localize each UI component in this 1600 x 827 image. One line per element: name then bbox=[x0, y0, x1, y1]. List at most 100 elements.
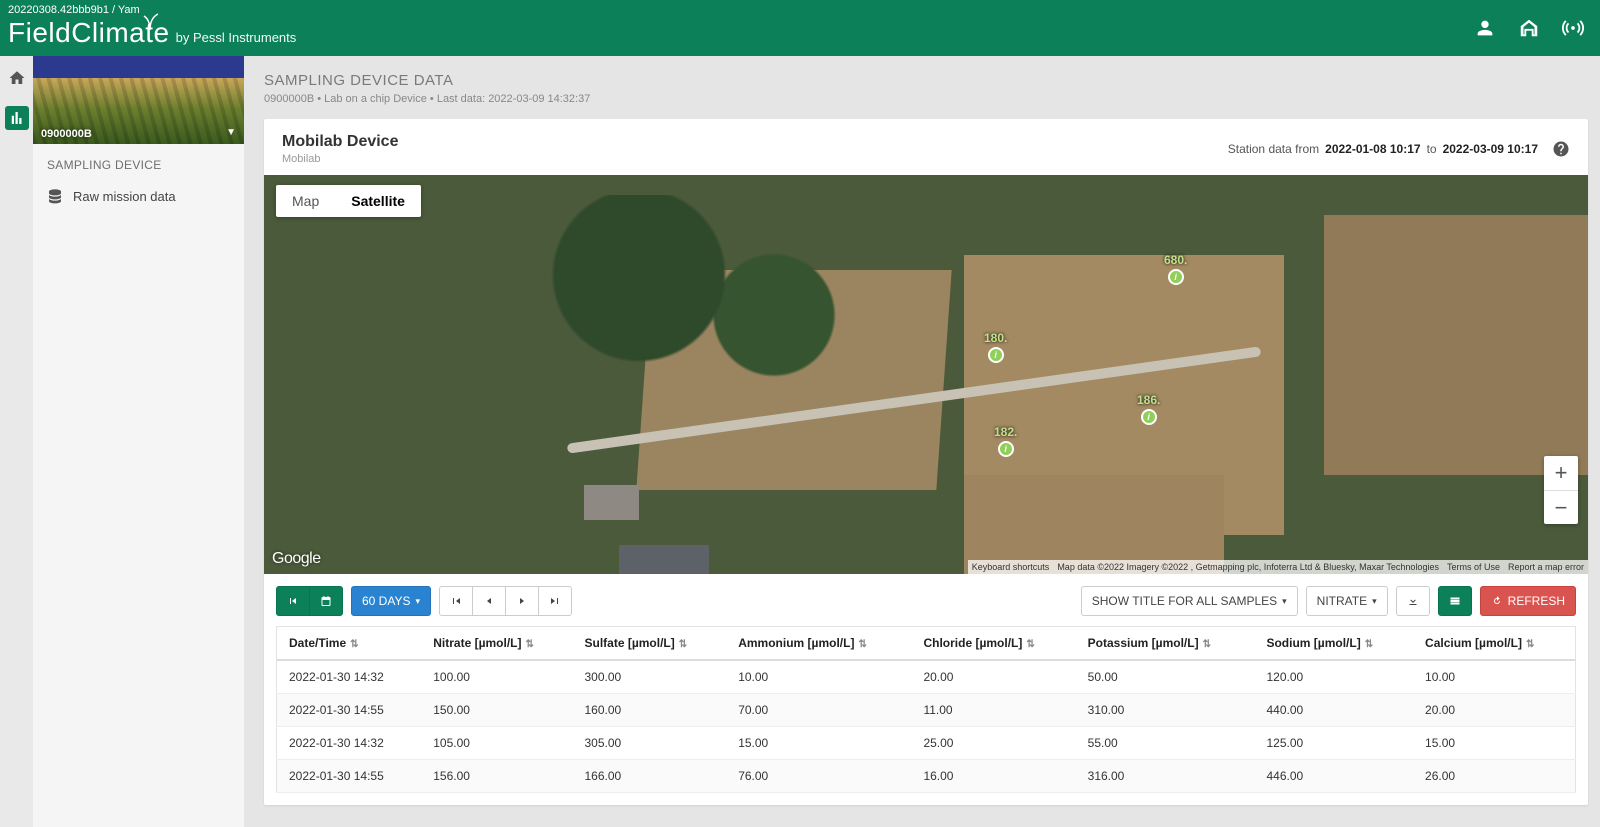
table-cell: 20.00 bbox=[911, 660, 1075, 694]
data-table-wrap: Date/Time⇅Nitrate [µmol/L]⇅Sulfate [µmol… bbox=[264, 626, 1588, 805]
show-title-dropdown[interactable]: SHOW TITLE FOR ALL SAMPLES bbox=[1081, 586, 1298, 616]
sort-icon: ⇅ bbox=[858, 639, 866, 650]
table-cell: 15.00 bbox=[1413, 727, 1575, 760]
zoom-out-button[interactable]: − bbox=[1544, 490, 1578, 524]
table-cell: 70.00 bbox=[726, 694, 911, 727]
table-cell: 2022-01-30 14:32 bbox=[277, 660, 422, 694]
map-marker[interactable]: 182. bbox=[994, 425, 1017, 457]
column-header[interactable]: Sulfate [µmol/L]⇅ bbox=[573, 627, 727, 661]
user-icon[interactable] bbox=[1474, 17, 1496, 39]
refresh-button[interactable]: REFRESH bbox=[1480, 586, 1576, 616]
nav-first-button[interactable] bbox=[439, 586, 472, 616]
database-icon bbox=[47, 188, 63, 204]
map-type-switch: Map Satellite bbox=[276, 185, 421, 217]
table-cell: 50.00 bbox=[1076, 660, 1255, 694]
page-subtitle: 0900000B • Lab on a chip Device • Last d… bbox=[264, 93, 1588, 105]
marker-label: 680. bbox=[1164, 253, 1187, 267]
map-marker[interactable]: 186. bbox=[1137, 393, 1160, 425]
date-from[interactable]: 2022-01-08 10:17 bbox=[1325, 142, 1420, 156]
marker-pin-icon bbox=[998, 441, 1014, 457]
station-id-label: 0900000B bbox=[41, 128, 92, 140]
app-logo[interactable]: FieldClimate by Pessl Instruments bbox=[8, 17, 296, 49]
station-selector[interactable]: 0900000B ▼ bbox=[33, 56, 244, 144]
broadcast-icon[interactable] bbox=[1562, 17, 1584, 39]
column-header[interactable]: Calcium [µmol/L]⇅ bbox=[1413, 627, 1575, 661]
table-row[interactable]: 2022-01-30 14:55150.00160.0070.0011.0031… bbox=[277, 694, 1576, 727]
sidebar-item-label: Raw mission data bbox=[73, 189, 176, 204]
map-marker[interactable]: 180. bbox=[984, 331, 1007, 363]
table-cell: 125.00 bbox=[1254, 727, 1413, 760]
table-cell: 156.00 bbox=[421, 760, 572, 793]
table-cell: 160.00 bbox=[573, 694, 727, 727]
table-cell: 100.00 bbox=[421, 660, 572, 694]
table-cell: 76.00 bbox=[726, 760, 911, 793]
table-cell: 10.00 bbox=[1413, 660, 1575, 694]
table-cell: 310.00 bbox=[1076, 694, 1255, 727]
farm-icon[interactable] bbox=[1518, 17, 1540, 39]
refresh-label: REFRESH bbox=[1508, 594, 1565, 608]
table-row[interactable]: 2022-01-30 14:32105.00305.0015.0025.0055… bbox=[277, 727, 1576, 760]
column-header[interactable]: Nitrate [µmol/L]⇅ bbox=[421, 627, 572, 661]
date-range: Station data from 2022-01-08 10:17 to 20… bbox=[1228, 140, 1570, 158]
sort-icon: ⇅ bbox=[1365, 639, 1373, 650]
column-header[interactable]: Sodium [µmol/L]⇅ bbox=[1254, 627, 1413, 661]
nav-last-button[interactable] bbox=[538, 586, 572, 616]
map-marker[interactable]: 680. bbox=[1164, 253, 1187, 285]
map-view[interactable]: Map Satellite 680. 180. 186. 182. + − Googl… bbox=[264, 175, 1588, 574]
table-cell: 440.00 bbox=[1254, 694, 1413, 727]
sort-icon: ⇅ bbox=[1526, 639, 1534, 650]
sort-icon: ⇅ bbox=[525, 639, 533, 650]
table-row[interactable]: 2022-01-30 14:55156.00166.0076.0016.0031… bbox=[277, 760, 1576, 793]
report-error-link[interactable]: Report a map error bbox=[1508, 562, 1584, 572]
table-cell: 25.00 bbox=[911, 727, 1075, 760]
table-cell: 446.00 bbox=[1254, 760, 1413, 793]
table-cell: 105.00 bbox=[421, 727, 572, 760]
map-type-map[interactable]: Map bbox=[276, 185, 335, 217]
keyboard-shortcuts-link[interactable]: Keyboard shortcuts bbox=[972, 562, 1050, 572]
download-button[interactable] bbox=[1396, 586, 1430, 616]
rail-home[interactable] bbox=[5, 66, 29, 90]
first-page-button[interactable] bbox=[276, 586, 309, 616]
column-header[interactable]: Potassium [µmol/L]⇅ bbox=[1076, 627, 1255, 661]
days-dropdown[interactable]: 60 DAYS bbox=[351, 586, 431, 616]
table-cell: 26.00 bbox=[1413, 760, 1575, 793]
content-area: SAMPLING DEVICE DATA 0900000B • Lab on a… bbox=[244, 56, 1600, 827]
zoom-in-button[interactable]: + bbox=[1544, 456, 1578, 490]
header-actions bbox=[1474, 17, 1584, 39]
chevron-down-icon: ▼ bbox=[226, 127, 236, 138]
column-header[interactable]: Date/Time⇅ bbox=[277, 627, 422, 661]
table-cell: 316.00 bbox=[1076, 760, 1255, 793]
device-card: Mobilab Device Mobilab Station data from… bbox=[264, 119, 1588, 805]
help-icon[interactable] bbox=[1552, 140, 1570, 158]
toolbar: 60 DAYS SHOW TITLE FOR ALL SAMPLES NITRA… bbox=[264, 574, 1588, 626]
calendar-button[interactable] bbox=[309, 586, 343, 616]
map-type-satellite[interactable]: Satellite bbox=[335, 185, 421, 217]
page-title: SAMPLING DEVICE DATA bbox=[264, 72, 1588, 89]
google-logo: Google bbox=[272, 550, 321, 568]
leaf-icon bbox=[142, 10, 162, 32]
table-cell: 120.00 bbox=[1254, 660, 1413, 694]
breadcrumb[interactable]: 20220308.42bbb9b1 / Yam bbox=[8, 4, 140, 16]
sort-icon: ⇅ bbox=[1026, 639, 1034, 650]
rail-data[interactable] bbox=[5, 106, 29, 130]
nav-prev-button[interactable] bbox=[472, 586, 505, 616]
table-cell: 10.00 bbox=[726, 660, 911, 694]
sidebar-item-raw-mission-data[interactable]: Raw mission data bbox=[33, 182, 244, 210]
table-view-button[interactable] bbox=[1438, 586, 1472, 616]
terms-link[interactable]: Terms of Use bbox=[1447, 562, 1500, 572]
date-to[interactable]: 2022-03-09 10:17 bbox=[1443, 142, 1538, 156]
nitrate-dropdown[interactable]: NITRATE bbox=[1306, 586, 1388, 616]
column-header[interactable]: Ammonium [µmol/L]⇅ bbox=[726, 627, 911, 661]
table-cell: 16.00 bbox=[911, 760, 1075, 793]
table-cell: 2022-01-30 14:55 bbox=[277, 760, 422, 793]
table-row[interactable]: 2022-01-30 14:32100.00300.0010.0020.0050… bbox=[277, 660, 1576, 694]
sort-icon: ⇅ bbox=[679, 639, 687, 650]
map-attribution: Keyboard shortcuts Map data ©2022 Imager… bbox=[968, 560, 1588, 574]
app-header: 20220308.42bbb9b1 / Yam FieldClimate by … bbox=[0, 0, 1600, 56]
sidebar: 0900000B ▼ SAMPLING DEVICE Raw mission d… bbox=[33, 56, 244, 827]
nav-next-button[interactable] bbox=[505, 586, 538, 616]
table-cell: 166.00 bbox=[573, 760, 727, 793]
nav-rail bbox=[0, 56, 33, 827]
table-cell: 55.00 bbox=[1076, 727, 1255, 760]
column-header[interactable]: Chloride [µmol/L]⇅ bbox=[911, 627, 1075, 661]
